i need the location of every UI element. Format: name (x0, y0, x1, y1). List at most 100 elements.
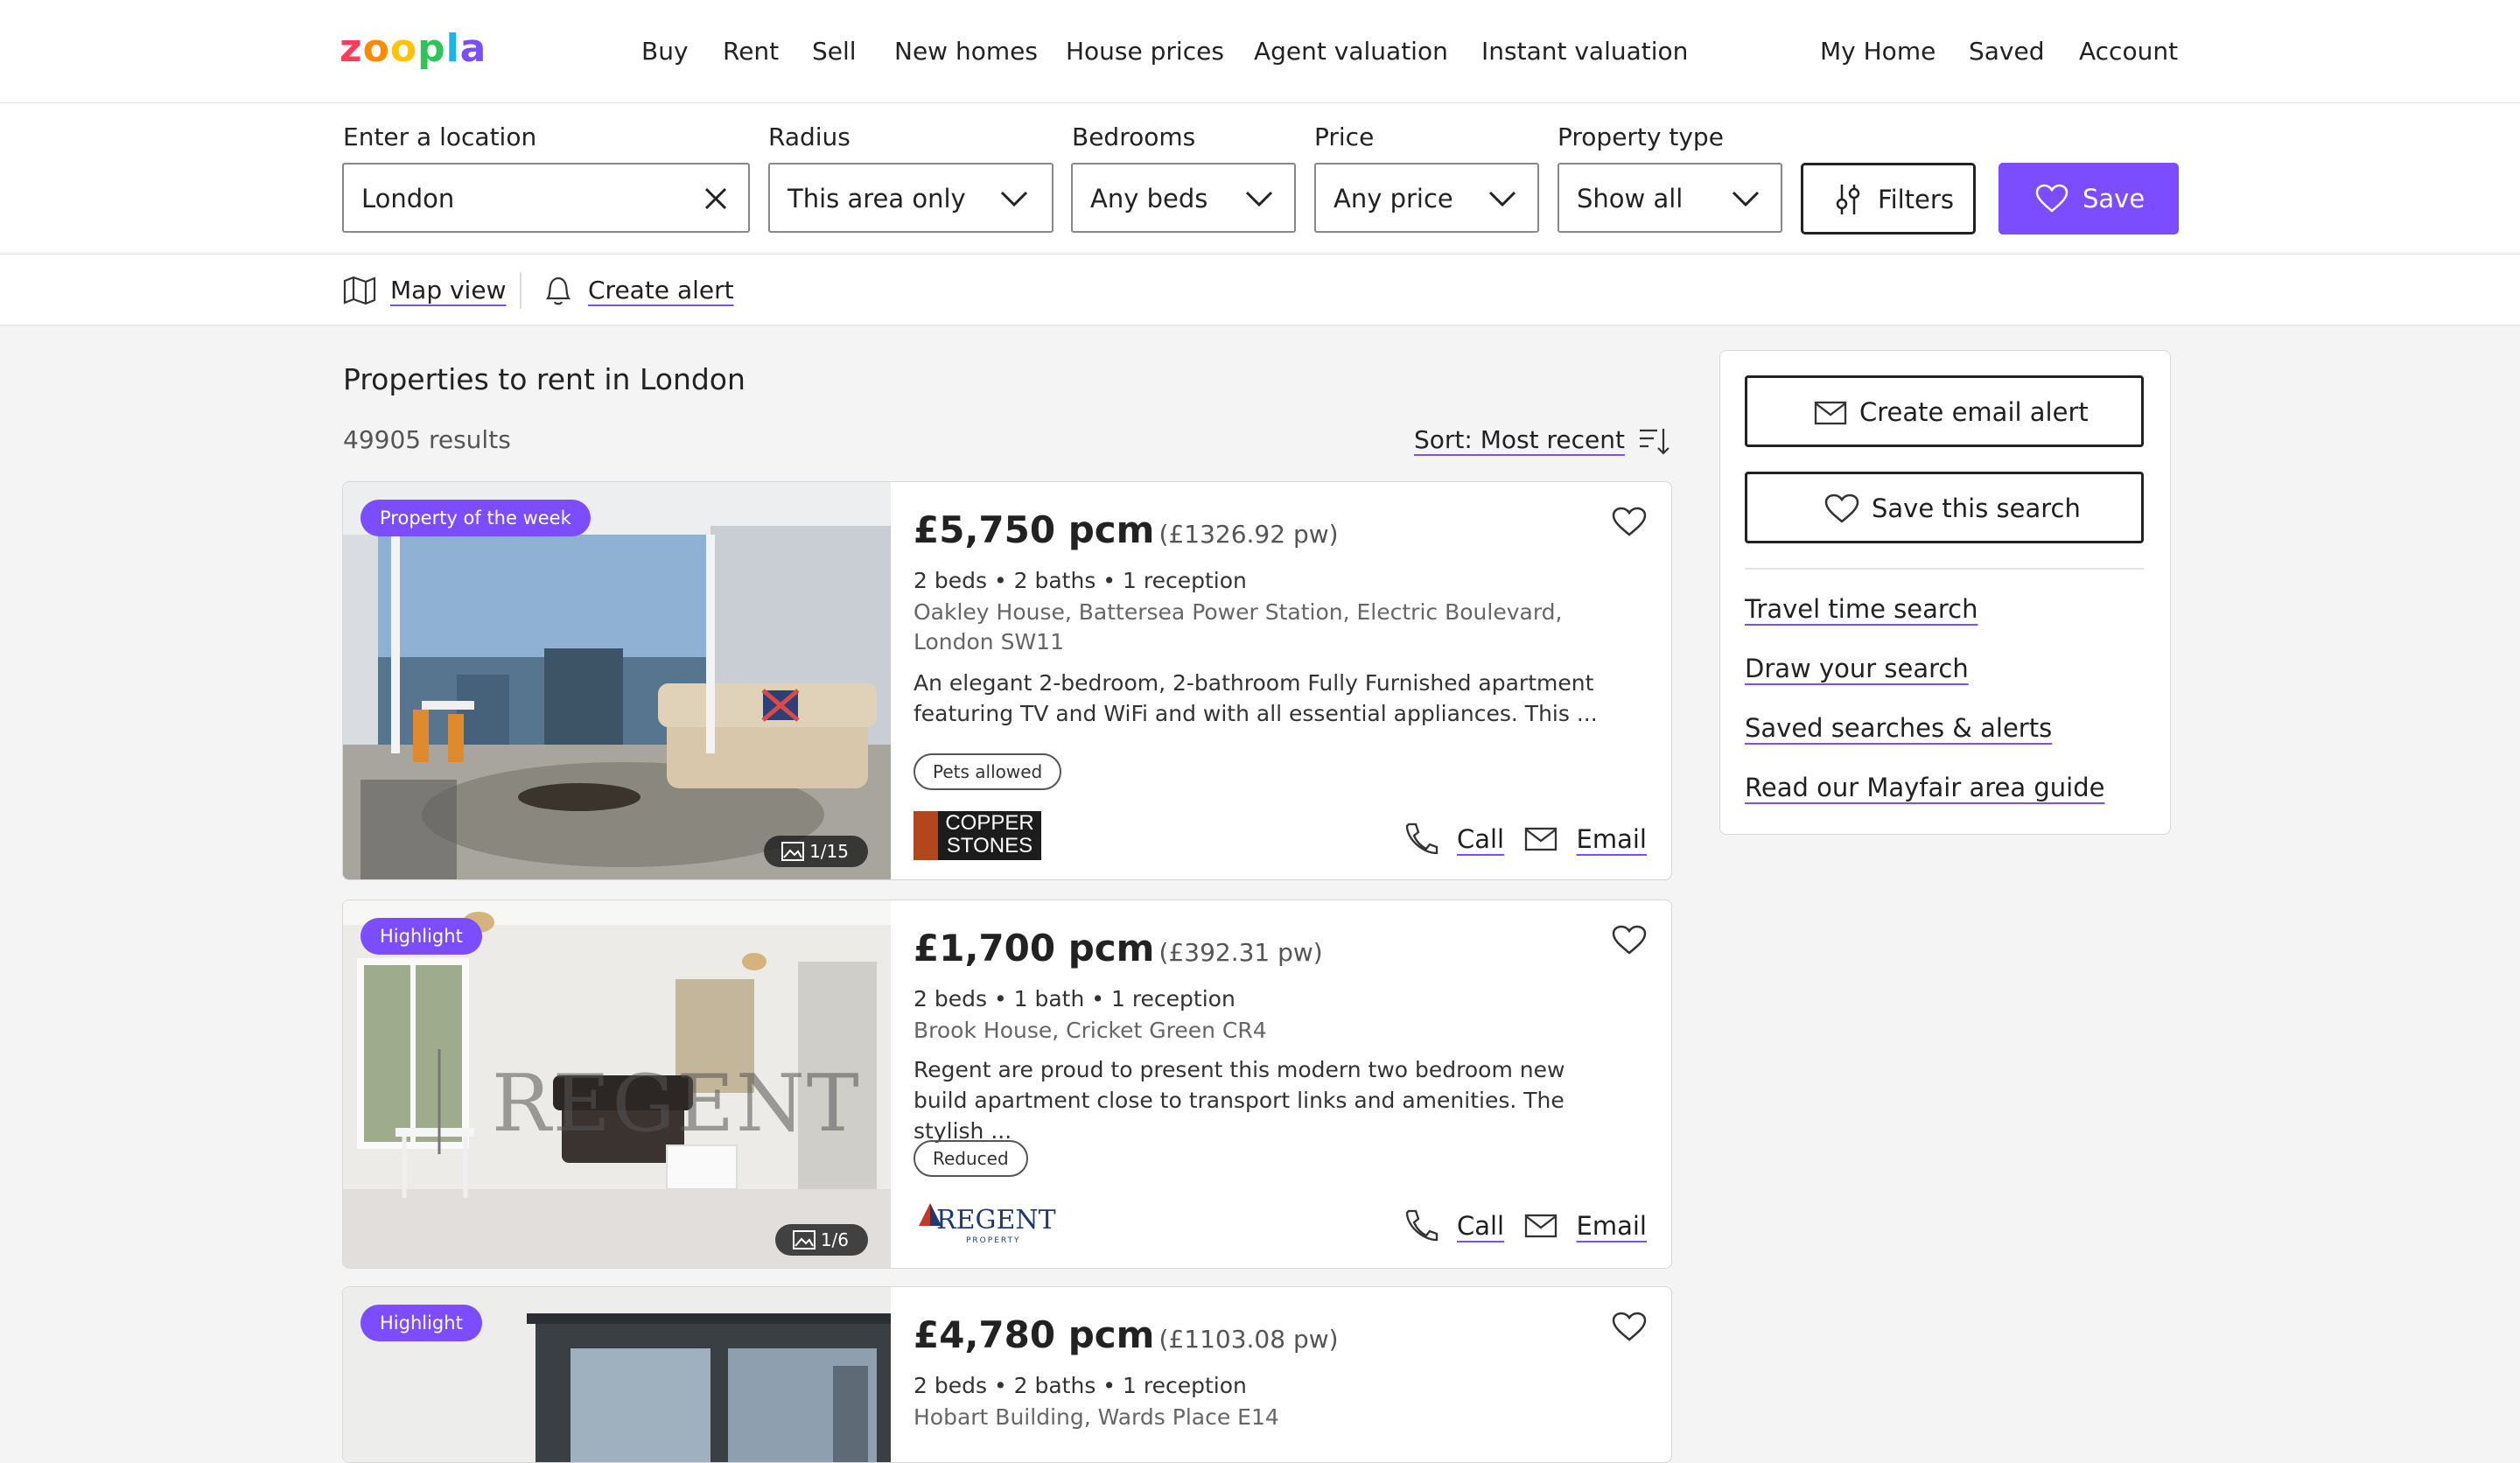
saved-searches-alerts-link[interactable]: Saved searches & alerts (1745, 713, 2052, 743)
sidebar-panel: Create email alert Save this search Trav… (1719, 350, 2171, 835)
radius-label: Radius (768, 122, 850, 151)
property-type-value: Show all (1577, 184, 1684, 214)
photo-counter-text: 1/6 (820, 1229, 849, 1250)
photo-counter: 1/6 (774, 1224, 868, 1256)
agent-name: REGENT (936, 1205, 1056, 1236)
listing-photo[interactable]: Highlight (343, 1287, 891, 1462)
radius-value: This area only (788, 184, 966, 214)
property-type-select[interactable]: Show all (1558, 163, 1782, 233)
nav-my-home[interactable]: My Home (1820, 37, 1936, 66)
nav-new-homes[interactable]: New homes (894, 37, 1038, 66)
listing-specs: 2 beds • 1 bath • 1 reception (914, 986, 1236, 1012)
listing-card[interactable]: Highlight £4,780 pcm (£1103.08 pw) 2 bed… (342, 1286, 1672, 1463)
listing-details: £4,780 pcm (£1103.08 pw) 2 beds • 2 bath… (914, 1287, 1671, 1462)
divider (520, 272, 522, 309)
zoopla-logo[interactable]: zoopla (340, 26, 486, 71)
contact-actions: Call Email (1404, 1208, 1647, 1242)
listing-address: Brook House, Cricket Green CR4 (914, 1018, 1267, 1043)
mail-icon (1525, 1214, 1558, 1238)
mayfair-area-guide-link[interactable]: Read our Mayfair area guide (1745, 773, 2104, 802)
listing-details: £5,750 pcm (£1326.92 pw) 2 beds • 2 bath… (914, 482, 1671, 879)
nav-house-prices[interactable]: House prices (1066, 37, 1224, 66)
heart-icon[interactable] (1612, 507, 1647, 538)
price-pw: (£1326.92 pw) (1158, 520, 1339, 549)
listing-card[interactable]: REGENT Highlight 1/6 £1,700 pcm (£392.31… (342, 900, 1672, 1269)
mail-icon (1525, 827, 1558, 851)
nav-sell[interactable]: Sell (812, 37, 857, 66)
location-input[interactable]: London (342, 163, 750, 233)
create-email-alert-button[interactable]: Create email alert (1745, 375, 2144, 447)
listing-price[interactable]: £4,780 pcm (£1103.08 pw) (914, 1313, 1339, 1356)
apartment-photo (343, 482, 891, 879)
photo-watermark: REGENT (492, 1058, 861, 1150)
agent-logo-mark (914, 811, 938, 860)
email-button[interactable]: Email (1577, 824, 1647, 854)
listing-price[interactable]: £1,700 pcm (£392.31 pw) (914, 927, 1323, 970)
price-pcm: £4,780 pcm (914, 1313, 1155, 1356)
mail-icon (1814, 401, 1847, 425)
call-button[interactable]: Call (1457, 824, 1504, 854)
sort-label: Sort: Most recent (1414, 425, 1625, 454)
filters-button[interactable]: Filters (1801, 163, 1976, 234)
listing-photo[interactable]: Property of the week 1/15 (343, 482, 891, 879)
save-button[interactable]: Save (1998, 163, 2179, 234)
sliders-icon (1836, 185, 1860, 214)
agent-logo[interactable]: COPPER STONES (914, 811, 1041, 860)
photo-counter: 1/15 (764, 836, 868, 867)
secondary-toolbar: Map view Create alert (0, 254, 2520, 326)
price-pcm: £5,750 pcm (914, 508, 1155, 551)
filters-label: Filters (1878, 185, 1954, 214)
phone-icon (1405, 822, 1438, 855)
nav-agent-valuation[interactable]: Agent valuation (1254, 37, 1448, 66)
call-button[interactable]: Call (1457, 1211, 1504, 1241)
heart-icon (2035, 184, 2068, 213)
listing-address: Hobart Building, Wards Place E14 (914, 1404, 1279, 1430)
save-this-search-button[interactable]: Save this search (1745, 472, 2144, 543)
price-pw: (£1103.08 pw) (1158, 1325, 1339, 1354)
heart-icon[interactable] (1612, 1312, 1647, 1343)
map-view-link[interactable]: Map view (390, 276, 506, 304)
phone-icon (1405, 1209, 1438, 1242)
nav-buy[interactable]: Buy (641, 37, 689, 66)
listing-description: Regent are proud to present this modern … (914, 1057, 1565, 1144)
top-header: zoopla Buy Rent Sell New homes House pri… (0, 0, 2520, 103)
save-label: Save (2082, 184, 2146, 214)
listing-card[interactable]: Property of the week 1/15 £5,750 pcm (£1… (342, 481, 1672, 880)
results-count: 49905 results (343, 425, 511, 454)
chevron-down-icon (1245, 191, 1273, 207)
nav-account[interactable]: Account (2079, 37, 2178, 66)
bedrooms-select[interactable]: Any beds (1071, 163, 1296, 233)
listing-description: An elegant 2-bedroom, 2-bathroom Fully F… (914, 670, 1598, 726)
price-pcm: £1,700 pcm (914, 927, 1155, 970)
listing-specs: 2 beds • 2 baths • 1 reception (914, 1373, 1247, 1398)
listing-badge: Highlight (360, 918, 482, 955)
sort-dropdown[interactable]: Sort: Most recent (1414, 425, 1670, 455)
price-label: Price (1314, 122, 1375, 151)
heart-icon[interactable] (1612, 925, 1647, 956)
photo-counter-text: 1/15 (809, 841, 849, 862)
nav-instant-valuation[interactable]: Instant valuation (1481, 37, 1688, 66)
email-button[interactable]: Email (1577, 1211, 1647, 1241)
chevron-down-icon (1488, 191, 1516, 207)
listing-price[interactable]: £5,750 pcm (£1326.92 pw) (914, 508, 1339, 551)
listing-photo[interactable]: REGENT Highlight 1/6 (343, 900, 891, 1268)
create-alert-link[interactable]: Create alert (588, 276, 734, 304)
nav-saved[interactable]: Saved (1969, 37, 2045, 66)
property-type-label: Property type (1558, 122, 1724, 151)
clear-icon[interactable] (703, 186, 729, 212)
draw-your-search-link[interactable]: Draw your search (1745, 654, 1969, 683)
price-value: Any price (1334, 184, 1453, 214)
travel-time-search-link[interactable]: Travel time search (1745, 594, 1978, 624)
price-select[interactable]: Any price (1314, 163, 1539, 233)
sort-icon (1640, 429, 1670, 455)
image-icon (792, 1230, 816, 1250)
map-icon (343, 276, 376, 305)
agent-logo[interactable]: REGENT PROPERTY (917, 1198, 1056, 1249)
bedrooms-value: Any beds (1090, 184, 1208, 214)
nav-rent[interactable]: Rent (723, 37, 779, 66)
bell-icon (545, 276, 571, 305)
agent-subtitle: PROPERTY (966, 1236, 1021, 1245)
image-icon (781, 842, 805, 861)
listing-tag: Pets allowed (914, 753, 1062, 790)
radius-select[interactable]: This area only (768, 163, 1054, 233)
